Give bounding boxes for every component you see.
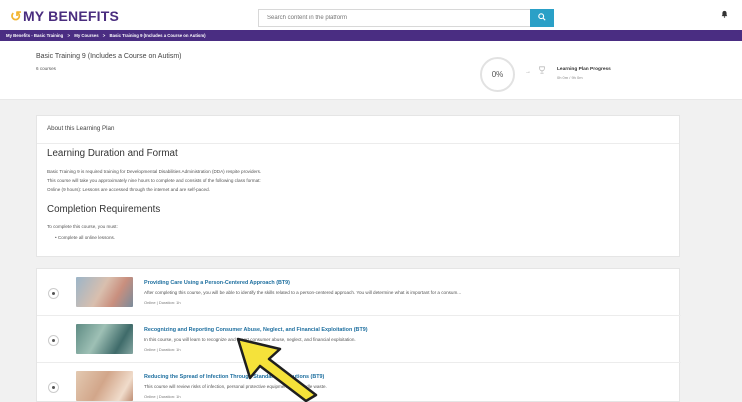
breadcrumb-item-current: Basic Training 9 (Includes a Course on A… (109, 33, 206, 38)
page-title: Basic Training 9 (Includes a Course on A… (36, 53, 182, 60)
duration-heading: Learning Duration and Format (47, 148, 178, 159)
breadcrumb-item-my-courses[interactable]: My Courses (74, 33, 98, 38)
bell-icon (721, 10, 728, 18)
course-thumbnail[interactable] (76, 277, 133, 307)
course-thumbnail[interactable] (76, 371, 133, 401)
search-input[interactable] (258, 9, 530, 27)
plan-header: Basic Training 9 (Includes a Course on A… (0, 41, 742, 100)
about-paragraph: Basic Training 9 is required training fo… (47, 169, 262, 174)
about-header: About this Learning Plan (47, 125, 115, 132)
list-item[interactable]: Recognizing and Reporting Consumer Abuse… (37, 316, 681, 363)
course-title-link[interactable]: Providing Care Using a Person-Centered A… (144, 280, 290, 286)
annotation-arrow-icon (236, 337, 318, 402)
course-thumbnail[interactable] (76, 324, 133, 354)
status-radio-icon (48, 382, 59, 393)
logo-text: MY BENEFITS (22, 8, 120, 24)
completion-bullet: • Complete all online lessons. (55, 235, 116, 240)
course-meta: Online | Duration: 1h (144, 300, 181, 305)
logo[interactable]: ↺MY BENEFITS (10, 8, 119, 25)
breadcrumb-separator: > (67, 33, 71, 38)
logo-mark-icon: ↺ (10, 8, 22, 24)
status-radio-icon (48, 335, 59, 346)
top-header: ↺MY BENEFITS (0, 0, 742, 30)
breadcrumb-separator: > (102, 33, 106, 38)
arrow-right-icon: → (525, 69, 531, 75)
search-bar (258, 9, 554, 27)
search-button[interactable] (530, 9, 554, 27)
main-content: About this Learning Plan Learning Durati… (0, 100, 742, 402)
course-count: 6 courses (36, 66, 56, 71)
progress-label: Learning Plan Progress (557, 67, 611, 72)
course-meta: Online | Duration: 1h (144, 394, 181, 399)
list-item[interactable]: Reducing the Spread of Infection Through… (37, 363, 681, 402)
completion-heading: Completion Requirements (47, 204, 161, 215)
course-meta: Online | Duration: 1h (144, 347, 181, 352)
progress-circle: 0% (480, 57, 515, 92)
bullet-text: Complete all online lessons. (57, 235, 116, 240)
progress-time: 0h 0m / 9h 0m (557, 75, 583, 80)
breadcrumb-item-home[interactable]: My Benefits - Basic Training (6, 33, 63, 38)
status-radio-icon (48, 288, 59, 299)
course-list: Providing Care Using a Person-Centered A… (36, 268, 681, 402)
notification-bell[interactable] (721, 10, 728, 20)
search-icon (538, 13, 546, 21)
breadcrumb: My Benefits - Basic Training > My Course… (0, 30, 742, 41)
about-card: About this Learning Plan Learning Durati… (36, 115, 680, 257)
course-description: After completing this course, you will b… (144, 290, 462, 295)
about-paragraph: This course will take you approximately … (47, 178, 261, 183)
completion-paragraph: To complete this course, you must: (47, 224, 118, 229)
divider (37, 143, 679, 144)
course-title-link[interactable]: Recognizing and Reporting Consumer Abuse… (144, 327, 368, 333)
trophy-icon (538, 66, 546, 76)
list-item[interactable]: Providing Care Using a Person-Centered A… (37, 269, 681, 316)
about-paragraph: Online (9 hours): Lessons are accessed t… (47, 187, 210, 192)
